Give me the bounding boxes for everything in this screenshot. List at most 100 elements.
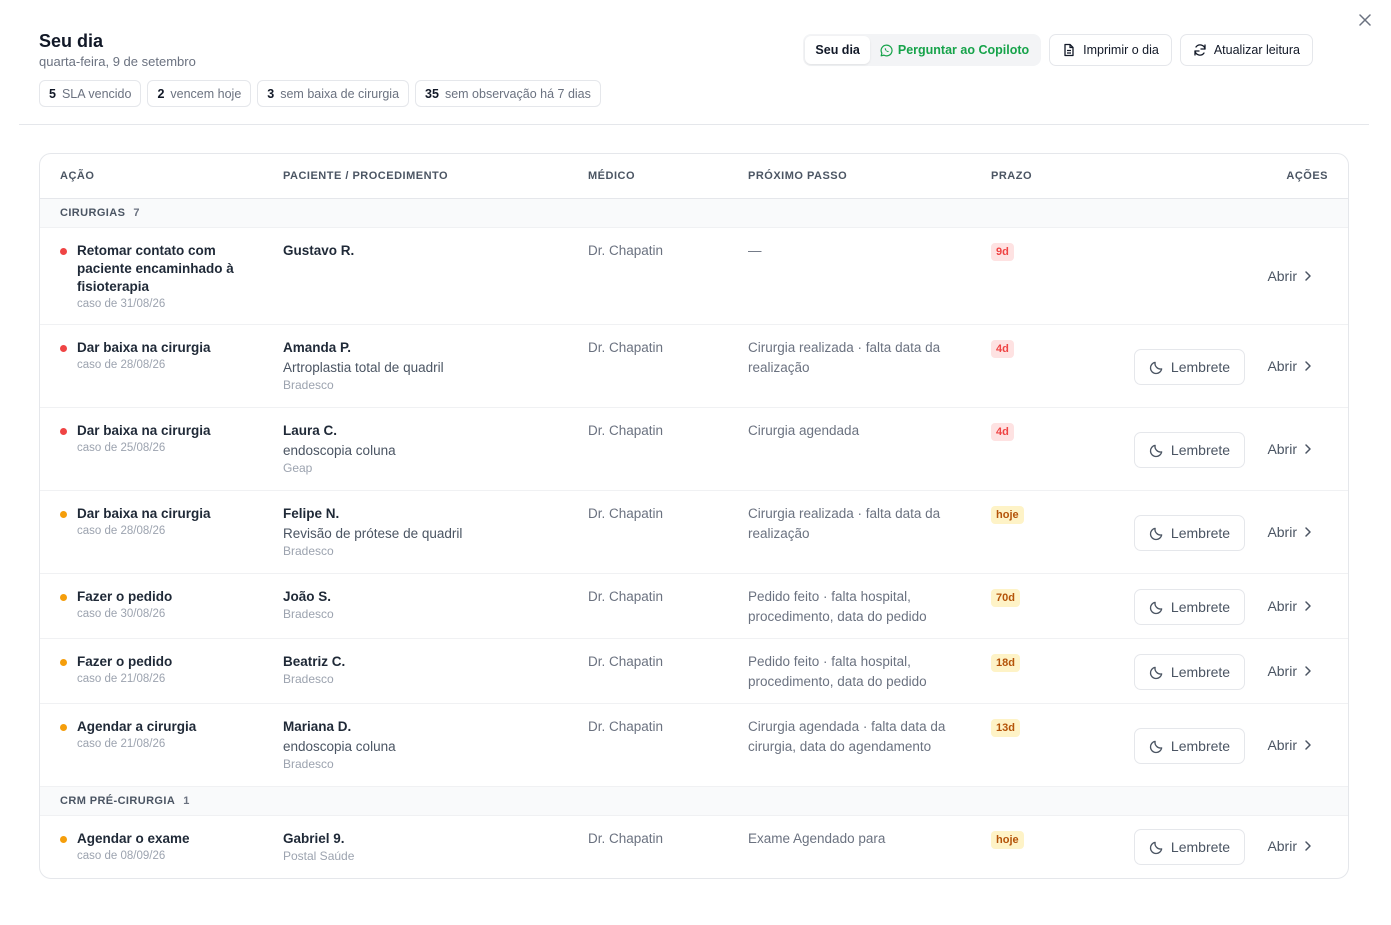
chevron-right-icon xyxy=(1305,841,1311,851)
toolbar: Seu dia Perguntar ao Copiloto Imprimir o… xyxy=(803,34,1313,66)
chip-sla-vencido[interactable]: 5 SLA vencido xyxy=(39,80,142,107)
table-row: Agendar a cirurgia caso de 21/08/26 Mari… xyxy=(40,704,1348,787)
open-button[interactable]: Abrir xyxy=(1267,737,1313,753)
header-divider xyxy=(19,124,1369,125)
patient-cell: João S. Bradesco xyxy=(283,588,573,621)
copilot-label: Perguntar ao Copiloto xyxy=(897,43,1030,57)
moon-icon xyxy=(1149,666,1163,679)
col-acao: AÇÃO xyxy=(60,170,95,182)
reminder-button[interactable]: Lembrete xyxy=(1134,589,1245,625)
insurance: Bradesco xyxy=(283,757,334,771)
priority-dot xyxy=(60,248,67,255)
action-cell: Dar baixa na cirurgia caso de 25/08/26 xyxy=(60,422,260,454)
open-button[interactable]: Abrir xyxy=(1267,598,1313,614)
refresh-label: Atualizar leitura xyxy=(1213,43,1300,57)
refresh-button[interactable]: Atualizar leitura xyxy=(1179,34,1313,66)
reminder-button[interactable]: Lembrete xyxy=(1134,654,1245,690)
case-date: caso de 21/08/26 xyxy=(77,738,166,750)
case-date: caso de 25/08/26 xyxy=(77,442,166,454)
open-button[interactable]: Abrir xyxy=(1267,268,1313,284)
action-title: Agendar o exame xyxy=(77,831,190,846)
table-body: CIRURGIAS 7 Retomar contato com paciente … xyxy=(40,199,1348,878)
reminder-label: Lembrete xyxy=(1170,599,1231,615)
chevron-right-icon xyxy=(1305,444,1311,454)
chip-vencem-hoje[interactable]: 2 vencem hoje xyxy=(147,80,252,107)
priority-dot xyxy=(60,511,67,518)
next-step-cell: Exame Agendado para xyxy=(748,830,978,849)
seu-dia-tab[interactable]: Seu dia xyxy=(805,36,870,64)
chip-sem-observacao[interactable]: 35 sem observação há 7 dias xyxy=(415,80,601,107)
case-date: caso de 28/08/26 xyxy=(77,525,166,537)
copilot-tab[interactable]: Perguntar ao Copiloto xyxy=(870,36,1039,64)
patient-name: Laura C. xyxy=(283,423,338,438)
close-button[interactable] xyxy=(1355,10,1375,30)
next-step-cell: Cirurgia agendada xyxy=(748,422,978,441)
group-name: CRM PRÉ-CIRURGIA xyxy=(60,795,176,807)
open-label: Abrir xyxy=(1267,598,1297,614)
close-icon xyxy=(1359,14,1371,26)
doctor-cell: Dr. Chapatin xyxy=(588,242,738,260)
reminder-label: Lembrete xyxy=(1170,664,1231,680)
chevron-right-icon xyxy=(1305,271,1311,281)
open-button[interactable]: Abrir xyxy=(1267,358,1313,374)
chip-label: sem baixa de cirurgia xyxy=(280,86,400,101)
procedure: endoscopia coluna xyxy=(283,443,396,458)
priority-dot xyxy=(60,594,67,601)
reminder-button[interactable]: Lembrete xyxy=(1134,728,1245,764)
doctor-cell: Dr. Chapatin xyxy=(588,653,738,671)
col-prazo: PRAZO xyxy=(991,170,1032,182)
case-date: caso de 21/08/26 xyxy=(77,673,166,685)
chip-count: 2 xyxy=(157,86,165,101)
open-button[interactable]: Abrir xyxy=(1267,441,1313,457)
action-cell: Agendar o exame caso de 08/09/26 xyxy=(60,830,260,862)
reminder-button[interactable]: Lembrete xyxy=(1134,432,1245,468)
priority-dot xyxy=(60,428,67,435)
doctor-cell: Dr. Chapatin xyxy=(588,588,738,606)
summary-chips: 5 SLA vencido 2 vencem hoje 3 sem baixa de … xyxy=(39,80,601,107)
deadline-badge: 70d xyxy=(991,589,1020,607)
action-title: Dar baixa na cirurgia xyxy=(77,423,211,438)
table-header: AÇÃO PACIENTE / PROCEDIMENTO MÉDICO PRÓX… xyxy=(40,154,1348,199)
doctor-name: Dr. Chapatin xyxy=(588,340,664,355)
next-step-cell: Pedido feito · falta hospital, procedime… xyxy=(748,653,978,692)
reminder-label: Lembrete xyxy=(1170,525,1231,541)
reminder-button[interactable]: Lembrete xyxy=(1134,515,1245,551)
insurance: Bradesco xyxy=(283,607,334,621)
patient-name: Beatriz C. xyxy=(283,654,346,669)
doctor-cell: Dr. Chapatin xyxy=(588,422,738,440)
action-cell: Dar baixa na cirurgia caso de 28/08/26 xyxy=(60,339,260,371)
group-count: 1 xyxy=(183,795,190,807)
doctor-cell: Dr. Chapatin xyxy=(588,718,738,736)
moon-icon xyxy=(1149,444,1163,457)
action-title: Fazer o pedido xyxy=(77,589,173,604)
whatsapp-icon xyxy=(880,44,893,56)
reminder-label: Lembrete xyxy=(1170,442,1231,458)
chip-sem-baixa[interactable]: 3 sem baixa de cirurgia xyxy=(257,80,410,107)
next-step: Cirurgia realizada · falta data da reali… xyxy=(748,506,941,541)
doctor-name: Dr. Chapatin xyxy=(588,243,664,258)
next-step: — xyxy=(748,243,762,258)
document-icon xyxy=(1064,43,1074,57)
reminder-label: Lembrete xyxy=(1170,839,1231,855)
insurance: Bradesco xyxy=(283,378,334,392)
open-button[interactable]: Abrir xyxy=(1267,838,1313,854)
reminder-button[interactable]: Lembrete xyxy=(1134,829,1245,865)
reminder-button[interactable]: Lembrete xyxy=(1134,349,1245,385)
open-button[interactable]: Abrir xyxy=(1267,524,1313,540)
moon-icon xyxy=(1149,361,1163,374)
chip-count: 5 xyxy=(49,86,56,101)
patient-cell: Gustavo R. xyxy=(283,242,573,260)
next-step-cell: Cirurgia agendada · falta data da cirurg… xyxy=(748,718,978,757)
case-date: caso de 08/09/26 xyxy=(77,850,166,862)
chevron-right-icon xyxy=(1305,527,1311,537)
next-step: Exame Agendado para xyxy=(748,831,886,846)
open-button[interactable]: Abrir xyxy=(1267,663,1313,679)
reminder-label: Lembrete xyxy=(1170,738,1231,754)
action-cell: Agendar a cirurgia caso de 21/08/26 xyxy=(60,718,260,750)
patient-cell: Mariana D. endoscopia coluna Bradesco xyxy=(283,718,573,771)
action-title: Agendar a cirurgia xyxy=(77,719,197,734)
print-button[interactable]: Imprimir o dia xyxy=(1049,34,1172,66)
table-row: Retomar contato com paciente encaminhado… xyxy=(40,228,1348,325)
open-label: Abrir xyxy=(1267,268,1297,284)
open-label: Abrir xyxy=(1267,663,1297,679)
